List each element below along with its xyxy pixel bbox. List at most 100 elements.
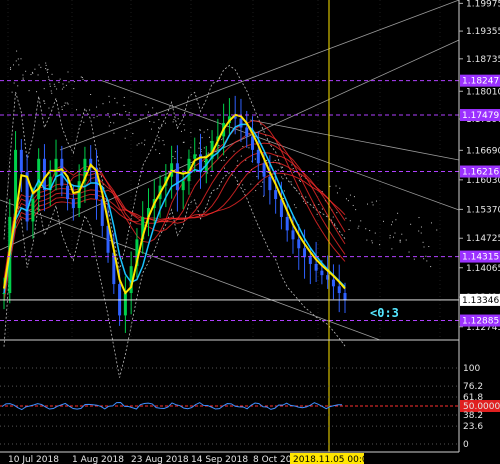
cloud-dot xyxy=(198,147,200,149)
cloud-dot xyxy=(59,78,61,80)
cloud-dot xyxy=(113,132,115,134)
current-price-label: 1.13346 xyxy=(462,296,499,306)
cloud-dot xyxy=(267,171,269,173)
candle-body xyxy=(308,257,312,264)
cloud-dot xyxy=(345,217,347,219)
cloud-dot xyxy=(63,105,65,107)
cloud-dot xyxy=(223,159,225,161)
cloud-dot xyxy=(82,78,84,80)
candle-body xyxy=(285,216,289,231)
candle-body xyxy=(2,293,6,295)
cloud-dot xyxy=(312,173,314,175)
price-tick-label: 1.15370 xyxy=(466,205,500,215)
cloud-dot xyxy=(174,157,176,159)
cloud-dot xyxy=(208,136,210,138)
cloud-dot xyxy=(34,68,36,70)
cloud-dot xyxy=(334,223,336,225)
candle-body xyxy=(337,286,341,294)
cloud-dot xyxy=(65,84,67,86)
cloud-dot xyxy=(339,187,341,189)
cloud-dot xyxy=(401,233,403,235)
cloud-dot xyxy=(399,241,401,243)
candle-body xyxy=(123,293,127,316)
cloud-dot xyxy=(61,108,63,110)
cloud-dot xyxy=(81,77,83,79)
cloud-dot xyxy=(395,219,397,221)
cloud-dot xyxy=(155,149,157,151)
cloud-dot xyxy=(277,169,279,171)
price-tick-label: 1.14065 xyxy=(466,264,500,274)
price-chart[interactable]: <0:3 1.199751.193551.187351.180101.17390… xyxy=(0,0,500,464)
cloud-dot xyxy=(436,229,438,231)
cloud-dot xyxy=(102,103,104,105)
cloud-dot xyxy=(96,106,98,108)
cloud-dot xyxy=(301,175,303,177)
cloud-dot xyxy=(153,121,155,123)
cloud-dot xyxy=(49,83,51,85)
cloud-dot xyxy=(203,147,205,149)
cloud-dot xyxy=(15,60,17,62)
cloud-dot xyxy=(141,142,143,144)
candle-body xyxy=(19,149,23,173)
level-badge-label: 1.17479 xyxy=(462,111,499,121)
level-badge-label: 1.12885 xyxy=(462,317,499,327)
cloud-dot xyxy=(365,228,367,230)
cloud-dot xyxy=(397,212,399,214)
cloud-dot xyxy=(164,122,166,124)
price-tick-label: 1.19975 xyxy=(466,0,500,9)
cloud-dot xyxy=(255,190,257,192)
candle-body xyxy=(245,127,249,137)
cloud-dot xyxy=(223,167,225,169)
cloud-dot xyxy=(281,176,283,178)
cloud-dot xyxy=(420,226,422,228)
cloud-dot xyxy=(144,139,146,141)
cloud-dot xyxy=(290,181,292,183)
cloud-dot xyxy=(37,74,39,76)
cloud-dot xyxy=(126,129,128,131)
cloud-dot xyxy=(50,90,52,92)
cloud-dot xyxy=(335,185,337,187)
cloud-dot xyxy=(73,88,75,90)
cloud-dot xyxy=(47,76,49,78)
cloud-dot xyxy=(49,85,51,87)
cloud-dot xyxy=(46,69,48,71)
cloud-dot xyxy=(266,160,268,162)
cloud-dot xyxy=(116,113,118,115)
cloud-dot xyxy=(303,200,305,202)
cloud-dot xyxy=(76,109,78,111)
time-label-aug1: 1 Aug 2018 xyxy=(72,455,124,464)
cloud-dot xyxy=(159,153,161,155)
price-tick-label: 1.14725 xyxy=(466,234,500,244)
cloud-dot xyxy=(108,125,110,127)
cloud-dot xyxy=(332,216,334,218)
cloud-dot xyxy=(207,129,209,131)
cloud-dot xyxy=(242,184,244,186)
price-tick-label: 1.18010 xyxy=(466,87,500,97)
candle-body xyxy=(251,136,255,150)
cloud-dot xyxy=(345,198,347,200)
cloud-dot xyxy=(45,68,47,70)
cloud-dot xyxy=(282,166,284,168)
cloud-dot xyxy=(428,246,430,248)
cloud-dot xyxy=(237,160,239,162)
cloud-dot xyxy=(147,111,149,113)
candle-body xyxy=(268,176,272,191)
candle-body xyxy=(297,239,301,249)
cloud-dot xyxy=(237,183,239,185)
cloud-dot xyxy=(321,208,323,210)
candle-body xyxy=(262,163,266,177)
cloud-dot xyxy=(51,73,53,75)
candle-body xyxy=(181,181,185,191)
cloud-dot xyxy=(54,85,56,87)
candle-body xyxy=(31,199,35,222)
candle-body xyxy=(303,248,307,258)
cloud-dot xyxy=(352,204,354,206)
cloud-dot xyxy=(150,128,152,130)
price-tick-label: 1.19355 xyxy=(466,27,500,37)
cloud-dot xyxy=(51,92,53,94)
cloud-dot xyxy=(292,168,294,170)
cloud-dot xyxy=(390,224,392,226)
cloud-dot xyxy=(360,220,362,222)
cloud-dot xyxy=(262,181,264,183)
cloud-dot xyxy=(298,179,300,181)
